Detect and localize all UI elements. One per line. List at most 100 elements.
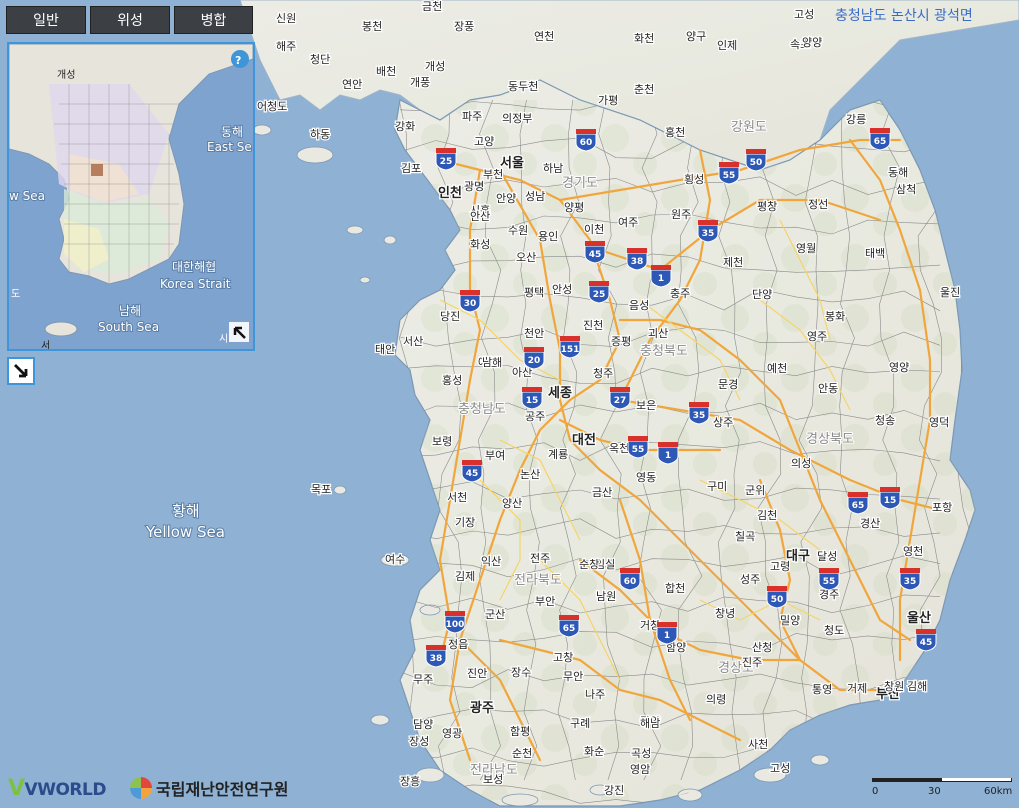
place-label: 강화 xyxy=(395,120,415,133)
arrow-down-right-icon xyxy=(14,364,28,378)
place-label: 양양 xyxy=(802,36,822,49)
highway-shield-icon: 45 xyxy=(461,460,483,483)
place-label: 의성 xyxy=(791,457,811,470)
svg-text:35: 35 xyxy=(702,229,715,239)
place-label: 영동 xyxy=(636,471,656,484)
place-label: 보령 xyxy=(432,435,452,448)
place-label: 수원 xyxy=(508,224,528,237)
place-label: 화순 xyxy=(584,745,604,758)
svg-text:45: 45 xyxy=(920,638,933,648)
highway-shield-icon: 45 xyxy=(584,241,606,264)
tab-hybrid[interactable]: 병합 xyxy=(174,6,253,34)
place-label: 해남 xyxy=(640,716,660,730)
city-incheon: 인천 xyxy=(438,185,462,201)
place-label: 무주 xyxy=(413,673,433,686)
place-label: 하동 xyxy=(310,127,330,141)
svg-text:45: 45 xyxy=(589,250,602,260)
tab-basic[interactable]: 일반 xyxy=(6,6,86,34)
place-label: 달성 xyxy=(817,550,837,563)
place-label: 봉천 xyxy=(362,19,382,33)
place-label: 삼척 xyxy=(896,183,916,196)
place-label: 성남 xyxy=(525,190,545,203)
minimap-label-a: 개성 xyxy=(57,69,75,81)
place-label: 연천 xyxy=(534,29,554,43)
place-label: 칠곡 xyxy=(735,530,755,543)
minimap-toggle-button[interactable] xyxy=(7,357,35,385)
place-label: 보성 xyxy=(483,773,503,786)
svg-text:100: 100 xyxy=(446,620,465,630)
svg-text:65: 65 xyxy=(874,137,887,147)
minimap-label-b: 도 xyxy=(11,289,20,300)
place-label: 무안 xyxy=(563,670,583,683)
place-label: 금산 xyxy=(592,486,612,499)
city-gangneung: 강릉 xyxy=(846,113,866,126)
highway-shield-icon: 65 xyxy=(847,492,869,515)
place-label: 장성 xyxy=(409,735,429,748)
svg-text:15: 15 xyxy=(884,496,897,506)
highway-shield-icon: 38 xyxy=(626,248,648,271)
place-label: 부여 xyxy=(485,449,505,462)
svg-text:1: 1 xyxy=(664,631,670,641)
place-label: 고창 xyxy=(553,651,573,664)
city-cheonan: 천안 xyxy=(524,326,544,340)
highway-shield-icon: 65 xyxy=(869,128,891,151)
place-label: 파주 xyxy=(462,110,482,123)
sea-label-yellow-ko: 황해 xyxy=(172,502,200,520)
place-label: 제천 xyxy=(723,255,743,269)
svg-text:55: 55 xyxy=(823,577,836,587)
highway-shield-icon: 25 xyxy=(435,148,457,171)
place-label: 횡성 xyxy=(684,173,704,186)
city-seoul: 서울 xyxy=(500,155,524,171)
minimap-label-south-en: South Sea xyxy=(98,320,159,334)
place-label: 영양 xyxy=(889,361,909,374)
minimap-label-south-ko: 남해 xyxy=(119,304,141,318)
city-chuncheon: 춘천 xyxy=(634,82,654,96)
minimap-viewport[interactable] xyxy=(91,164,103,176)
overview-minimap[interactable]: ? 동해 East Se 대한해협 Korea Strait 남해 South … xyxy=(7,42,255,351)
scale-tick-0: 0 xyxy=(872,786,879,797)
institute-logo: 국립재난안전연구원 xyxy=(130,776,288,800)
place-label: 진천 xyxy=(583,318,603,332)
place-label: 산청 xyxy=(752,641,772,654)
place-label: 장수 xyxy=(511,666,531,679)
svg-text:25: 25 xyxy=(593,290,606,300)
city-cheongju: 청주 xyxy=(593,367,613,380)
svg-text:50: 50 xyxy=(771,595,784,605)
place-label: 봉화 xyxy=(825,310,845,323)
place-label: 평택 xyxy=(524,286,544,299)
place-label: 오산 xyxy=(516,251,536,264)
city-gwangju: 광주 xyxy=(470,701,494,716)
place-label: 여수 xyxy=(385,553,405,566)
place-label: 진주 xyxy=(742,656,762,669)
minimap-label-strait-ko: 대한해협 xyxy=(172,260,216,274)
place-label: 강진 xyxy=(604,784,624,797)
city-jeonju: 전주 xyxy=(530,552,550,565)
place-label: 상주 xyxy=(713,416,733,429)
place-label: 양평 xyxy=(564,201,584,214)
scale-tick-60: 60km xyxy=(984,786,1013,797)
highway-shield-icon: 15 xyxy=(879,487,901,510)
svg-text:38: 38 xyxy=(430,654,443,664)
place-label: 김제 xyxy=(455,570,475,583)
place-label: 영주 xyxy=(807,330,827,343)
place-label: 해주 xyxy=(276,39,296,53)
svg-text:38: 38 xyxy=(631,257,644,267)
tab-satellite[interactable]: 위성 xyxy=(90,6,170,34)
place-label: 논산 xyxy=(520,468,540,481)
place-label: 정선 xyxy=(808,198,828,211)
place-label: 정읍 xyxy=(448,638,468,651)
place-label: 군산 xyxy=(485,608,505,621)
place-label: 영월 xyxy=(796,242,816,255)
current-location-label: 충청남도 논산시 광석면 xyxy=(835,8,973,24)
minimap-resize-icon[interactable] xyxy=(229,322,249,342)
place-label: 진안 xyxy=(467,667,487,680)
svg-text:55: 55 xyxy=(632,445,645,455)
place-label: 광명 xyxy=(464,180,484,193)
place-label: 충주 xyxy=(670,287,690,300)
highway-shield-icon: 45 xyxy=(915,629,937,652)
province-gyeonggi: 경기도 xyxy=(562,176,598,191)
place-label: 군위 xyxy=(745,484,765,497)
minimap-label-c: 시 xyxy=(219,333,228,345)
place-label: 가평 xyxy=(598,94,618,107)
place-label: 이천 xyxy=(584,222,604,236)
